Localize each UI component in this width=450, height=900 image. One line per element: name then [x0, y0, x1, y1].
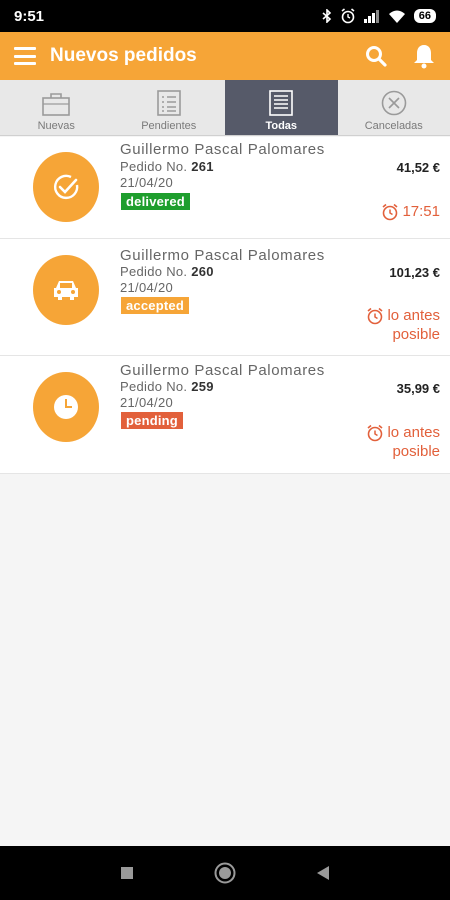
order-date: 21/04/20 — [120, 280, 174, 295]
recents-button-icon[interactable] — [120, 866, 134, 880]
status-time: 9:51 — [14, 7, 45, 25]
back-button-icon[interactable] — [316, 865, 330, 881]
bluetooth-icon — [322, 9, 331, 23]
system-nav-bar — [0, 846, 450, 900]
alarm-icon — [341, 8, 355, 24]
order-card[interactable]: Guillermo Pascal Palomares Pedido No. 25… — [0, 356, 450, 474]
tab-nuevas[interactable]: Nuevas — [0, 80, 113, 135]
order-number-value: 259 — [191, 379, 214, 394]
page-title: Nuevos pedidos — [50, 45, 197, 66]
order-number: Pedido No. 260 — [120, 264, 214, 279]
notifications-button[interactable] — [400, 32, 448, 80]
eta-text-line1: lo antes — [387, 424, 440, 441]
car-icon — [54, 281, 78, 300]
alarm-clock-icon — [367, 424, 383, 442]
tab-label: Nuevas — [37, 120, 75, 132]
bell-icon — [414, 45, 434, 69]
search-button[interactable] — [352, 32, 400, 80]
order-amount: 41,52 € — [396, 160, 440, 175]
order-status-avatar — [33, 152, 99, 222]
eta-text-line2: posible — [392, 443, 440, 460]
order-date: 21/04/20 — [120, 395, 174, 410]
tab-label: Todas — [265, 120, 298, 132]
signal-icon — [363, 9, 379, 23]
status-icons: 66 — [322, 8, 436, 24]
order-card[interactable]: Guillermo Pascal Palomares Pedido No. 26… — [0, 137, 450, 239]
document-icon — [269, 90, 294, 116]
battery-indicator: 66 — [413, 9, 436, 23]
home-button-icon[interactable] — [213, 861, 237, 885]
status-bar: 9:51 66 — [0, 0, 450, 32]
check-icon — [54, 174, 79, 200]
status-badge: accepted — [121, 297, 189, 314]
order-card[interactable]: Guillermo Pascal Palomares Pedido No. 26… — [0, 239, 450, 356]
briefcase-icon — [42, 93, 71, 116]
menu-icon[interactable] — [14, 47, 36, 65]
alarm-clock-icon — [382, 203, 398, 221]
order-status-avatar — [33, 255, 99, 325]
list-icon — [156, 90, 181, 116]
tab-label: Canceladas — [364, 120, 423, 132]
order-amount: 35,99 € — [396, 381, 440, 396]
orders-list: Guillermo Pascal Palomares Pedido No. 26… — [0, 137, 450, 474]
order-number: Pedido No. 259 — [120, 379, 214, 394]
tab-todas[interactable]: Todas — [225, 80, 338, 135]
search-icon — [366, 46, 387, 67]
status-badge: delivered — [121, 193, 190, 210]
order-number: Pedido No. 261 — [120, 159, 214, 174]
clock-icon — [54, 395, 78, 419]
customer-name: Guillermo Pascal Palomares — [120, 247, 325, 264]
status-tabs: Nuevas Pendientes Todas Canceladas — [0, 80, 450, 136]
tab-label: Pendientes — [141, 120, 197, 132]
tab-canceladas[interactable]: Canceladas — [338, 80, 450, 135]
alarm-clock-icon — [367, 307, 383, 325]
order-number-label: Pedido No. — [120, 379, 188, 394]
order-number-value: 261 — [191, 159, 214, 174]
order-number-label: Pedido No. — [120, 159, 188, 174]
order-eta: 17:51 — [381, 202, 440, 221]
order-date: 21/04/20 — [120, 175, 174, 190]
app-bar: Nuevos pedidos — [0, 32, 450, 80]
wifi-icon — [388, 10, 405, 23]
order-eta: lo antes posible — [366, 306, 440, 344]
tab-pendientes[interactable]: Pendientes — [113, 80, 226, 135]
status-badge: pending — [121, 412, 183, 429]
cancel-icon — [381, 90, 407, 116]
customer-name: Guillermo Pascal Palomares — [120, 362, 325, 379]
eta-time: 17:51 — [402, 203, 440, 220]
order-eta: lo antes posible — [366, 423, 440, 461]
customer-name: Guillermo Pascal Palomares — [120, 141, 325, 158]
eta-text-line1: lo antes — [387, 307, 440, 324]
order-status-avatar — [33, 372, 99, 442]
order-amount: 101,23 € — [389, 265, 440, 280]
order-number-label: Pedido No. — [120, 264, 188, 279]
eta-text-line2: posible — [392, 326, 440, 343]
order-number-value: 260 — [191, 264, 214, 279]
